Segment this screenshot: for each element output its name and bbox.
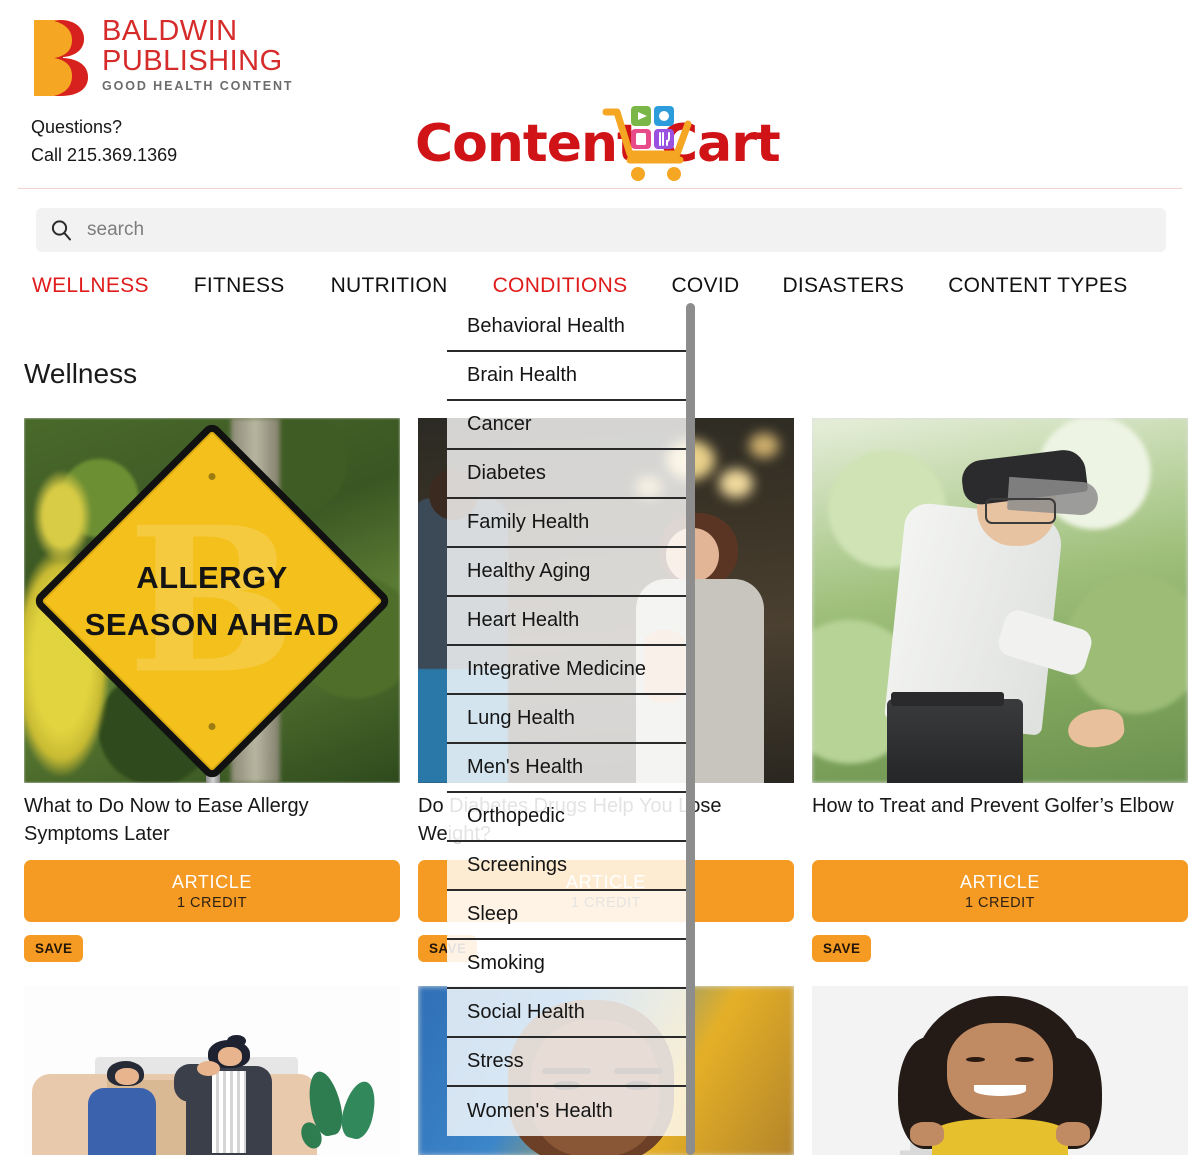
card-type-label: ARTICLE bbox=[172, 871, 252, 892]
card-title[interactable]: What to Do Now to Ease Allergy Symptoms … bbox=[24, 792, 400, 848]
card-image-couch-illustration[interactable] bbox=[24, 986, 400, 1155]
dropdown-item-diabetes[interactable]: Diabetes bbox=[447, 450, 694, 499]
nav-item-content-types[interactable]: CONTENT TYPES bbox=[948, 274, 1127, 298]
nav-item-wellness[interactable]: WELLNESS bbox=[32, 274, 149, 298]
content-cart-logo[interactable]: Content Cart bbox=[415, 104, 790, 182]
dropdown-item-social-health[interactable]: Social Health bbox=[447, 989, 694, 1038]
card-image-golfer[interactable] bbox=[812, 418, 1188, 783]
nav-item-fitness[interactable]: FITNESS bbox=[194, 274, 285, 298]
dropdown-item-brain-health[interactable]: Brain Health bbox=[447, 352, 694, 401]
dropdown-item-integrative-medicine[interactable]: Integrative Medicine bbox=[447, 646, 694, 695]
questions-label: Questions? bbox=[31, 117, 123, 137]
baldwin-b-icon bbox=[34, 20, 88, 96]
brand-line-1: BALDWIN bbox=[102, 15, 238, 47]
baldwin-publishing-logo[interactable]: BALDWIN PUBLISHING GOOD HEALTH CONTENT bbox=[30, 14, 300, 99]
search-icon bbox=[49, 218, 73, 242]
conditions-dropdown-menu: Behavioral Health Brain Health Cancer Di… bbox=[447, 303, 694, 1136]
phone-label: Call 215.369.1369 bbox=[31, 145, 178, 165]
card-image-smiling-woman[interactable]: B bbox=[812, 986, 1188, 1155]
page-title: Wellness bbox=[24, 358, 138, 389]
article-credit-button[interactable]: ARTICLE 1 CREDIT bbox=[812, 860, 1188, 922]
dropdown-item-womens-health[interactable]: Women's Health bbox=[447, 1087, 694, 1136]
dropdown-item-family-health[interactable]: Family Health bbox=[447, 499, 694, 548]
nav-item-disasters[interactable]: DISASTERS bbox=[782, 274, 904, 298]
card-credit-label: 1 CREDIT bbox=[964, 894, 1036, 911]
contact-info: Questions? Call 215.369.1369 bbox=[31, 113, 177, 169]
dropdown-item-cancer[interactable]: Cancer bbox=[447, 401, 694, 450]
card-title[interactable]: How to Treat and Prevent Golfer’s Elbow bbox=[812, 792, 1188, 848]
brand-line-2: PUBLISHING bbox=[102, 45, 283, 77]
card-image-allergy-sign[interactable]: B ALLERGY SEASON AHEAD bbox=[24, 418, 400, 783]
nav-item-covid[interactable]: COVID bbox=[671, 274, 739, 298]
content-card bbox=[24, 986, 400, 1155]
content-card: B ALLERGY SEASON AHEAD What to Do Now to… bbox=[24, 418, 400, 962]
save-button[interactable]: SAVE bbox=[24, 935, 84, 962]
dropdown-item-smoking[interactable]: Smoking bbox=[447, 940, 694, 989]
card-credit-label: 1 CREDIT bbox=[176, 894, 248, 911]
brand-tagline: GOOD HEALTH CONTENT bbox=[102, 79, 294, 93]
dropdown-item-lung-health[interactable]: Lung Health bbox=[447, 695, 694, 744]
search-bar[interactable] bbox=[36, 208, 1166, 252]
header-divider bbox=[18, 188, 1182, 189]
nav-item-conditions[interactable]: CONDITIONS bbox=[493, 274, 628, 298]
dropdown-item-stress[interactable]: Stress bbox=[447, 1038, 694, 1087]
search-input[interactable] bbox=[87, 219, 1087, 241]
sign-text: ALLERGY SEASON AHEAD bbox=[84, 559, 340, 642]
save-button[interactable]: SAVE bbox=[812, 935, 872, 962]
dropdown-item-screenings[interactable]: Screenings bbox=[447, 842, 694, 891]
dropdown-scrollbar[interactable] bbox=[686, 303, 695, 1155]
site-header: BALDWIN PUBLISHING GOOD HEALTH CONTENT Q… bbox=[0, 0, 1200, 190]
nav-item-nutrition[interactable]: NUTRITION bbox=[331, 274, 448, 298]
card-type-label: ARTICLE bbox=[960, 871, 1040, 892]
dropdown-item-sleep[interactable]: Sleep bbox=[447, 891, 694, 940]
shopping-cart-icon bbox=[602, 106, 692, 181]
dropdown-item-mens-health[interactable]: Men's Health bbox=[447, 744, 694, 793]
article-credit-button[interactable]: ARTICLE 1 CREDIT bbox=[24, 860, 400, 922]
dropdown-item-orthopedic[interactable]: Orthopedic bbox=[447, 793, 694, 842]
content-card: How to Treat and Prevent Golfer’s Elbow … bbox=[812, 418, 1188, 962]
dropdown-item-healthy-aging[interactable]: Healthy Aging bbox=[447, 548, 694, 597]
content-card: B bbox=[812, 986, 1188, 1155]
primary-nav: WELLNESS FITNESS NUTRITION CONDITIONS CO… bbox=[32, 274, 1172, 298]
dropdown-item-behavioral-health[interactable]: Behavioral Health bbox=[447, 303, 694, 352]
page-root: BALDWIN PUBLISHING GOOD HEALTH CONTENT Q… bbox=[0, 0, 1200, 1155]
brand-wordmark: BALDWIN PUBLISHING GOOD HEALTH CONTENT bbox=[102, 16, 293, 93]
dropdown-item-heart-health[interactable]: Heart Health bbox=[447, 597, 694, 646]
